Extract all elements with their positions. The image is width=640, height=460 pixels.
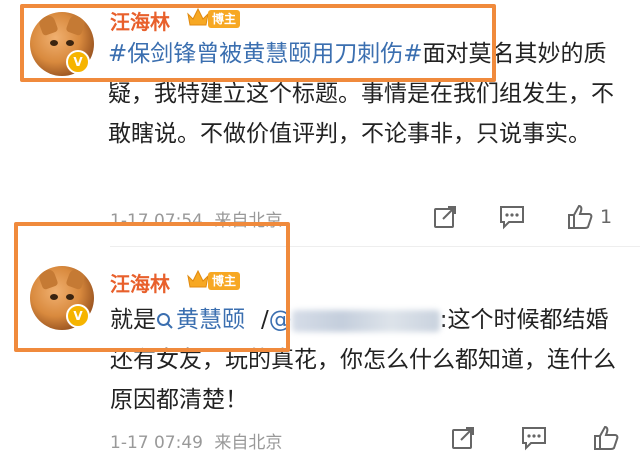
comment-actions: [450, 424, 620, 452]
highlight-box: [14, 222, 290, 352]
share-icon: [434, 206, 456, 228]
like-count: 1: [600, 206, 613, 228]
share-icon: [452, 427, 474, 449]
comment-icon: [500, 206, 524, 230]
highlight-box: [20, 4, 496, 82]
like-button[interactable]: 1: [566, 203, 612, 231]
comment-meta: 1-17 07:49 来自北京: [110, 428, 282, 453]
comment-button[interactable]: [520, 425, 548, 451]
comment-source: 来自北京: [214, 433, 283, 453]
comment-date: 1-17 07:49: [110, 433, 203, 453]
comment-icon: [522, 427, 546, 451]
like-button[interactable]: [592, 424, 620, 452]
like-icon: [568, 204, 593, 229]
share-button[interactable]: [432, 204, 458, 230]
like-icon: [594, 425, 619, 450]
comment-button[interactable]: [498, 204, 526, 230]
comment-actions: 1: [432, 203, 612, 231]
blurred-username: [291, 309, 440, 332]
share-button[interactable]: [450, 425, 476, 451]
